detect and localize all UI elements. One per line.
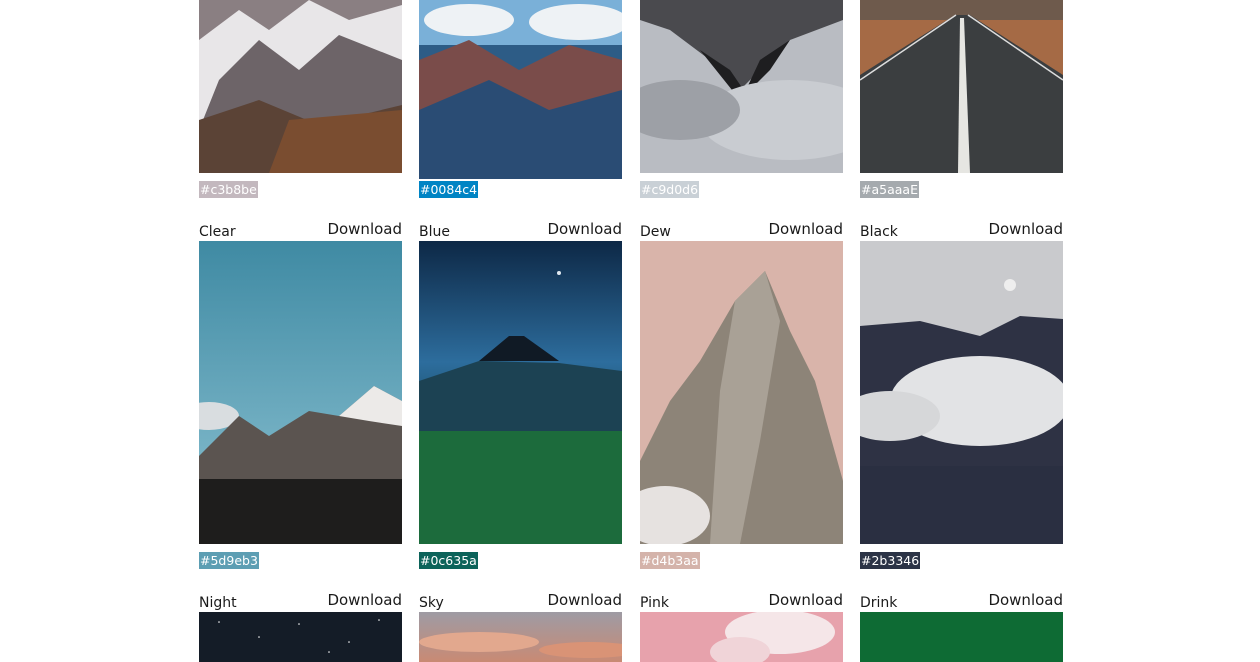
download-link[interactable]: Download [327,220,402,238]
wallpaper-card: #c9d0d6 [640,0,843,200]
wallpaper-name: Sky [419,595,444,611]
card-header: Sky Download [419,589,622,611]
download-link[interactable]: Download [768,591,843,609]
wallpaper-card: Drink Download [860,589,1063,662]
download-link[interactable]: Download [547,220,622,238]
card-header: Pink Download [640,589,843,611]
card-header: Dew Download [640,218,843,240]
wallpaper-card: Black Download #2b3346 [860,218,1063,570]
card-header: Drink Download [860,589,1063,611]
wallpaper-name: Clear [199,224,236,240]
wallpaper-name: Pink [640,595,670,611]
wallpaper-card: Clear Download #5d9eb3 [199,218,402,570]
card-header: Black Download [860,218,1063,240]
color-hex-label: #0084c4 [419,181,479,198]
wallpaper-card: Blue Download #0c635a [419,218,622,570]
wallpaper-image-blue-volcano[interactable] [419,241,622,544]
wallpaper-name: Blue [419,224,450,240]
wallpaper-image-night-sky[interactable] [199,612,402,662]
card-header: Night Download [199,589,402,611]
wallpaper-card: #a5aaaE [860,0,1063,200]
download-link[interactable]: Download [768,220,843,238]
card-header: Clear Download [199,218,402,240]
color-hex-label: #a5aaaE [860,181,919,198]
wallpaper-card: Dew Download #d4b3aa [640,218,843,570]
color-hex-label: #c9d0d6 [640,181,700,198]
wallpaper-image-snowy-mountains[interactable] [199,0,402,173]
wallpaper-image-misty-peak[interactable] [640,0,843,173]
card-header: Blue Download [419,218,622,240]
color-hex-label: #c3b8be [199,181,258,198]
wallpaper-card: Sky Download [419,589,622,662]
color-hex-label: #d4b3aa [640,552,700,569]
wallpaper-card: Pink Download [640,589,843,662]
wallpaper-card: Night Download [199,589,402,662]
wallpaper-image-blue-valley[interactable] [419,0,622,179]
download-link[interactable]: Download [327,591,402,609]
wallpaper-image-pink-clouds[interactable] [640,612,843,662]
wallpaper-image-drink-green[interactable] [860,612,1063,662]
wallpaper-card: #0084c4 [419,0,622,200]
wallpaper-image-road[interactable] [860,0,1063,173]
wallpaper-image-sky-sunset[interactable] [419,612,622,662]
wallpaper-card: #c3b8be [199,0,402,200]
wallpaper-image-clear-mountain[interactable] [199,241,402,544]
wallpaper-name: Night [199,595,237,611]
wallpaper-name: Drink [860,595,898,611]
wallpaper-image-dew-peak[interactable] [640,241,843,544]
color-hex-label: #5d9eb3 [199,552,259,569]
color-hex-label: #2b3346 [860,552,921,569]
download-link[interactable]: Download [988,591,1063,609]
download-link[interactable]: Download [988,220,1063,238]
wallpaper-image-black-forest[interactable] [860,241,1063,544]
wallpaper-name: Black [860,224,898,240]
wallpaper-name: Dew [640,224,671,240]
color-hex-label: #0c635a [419,552,478,569]
download-link[interactable]: Download [547,591,622,609]
